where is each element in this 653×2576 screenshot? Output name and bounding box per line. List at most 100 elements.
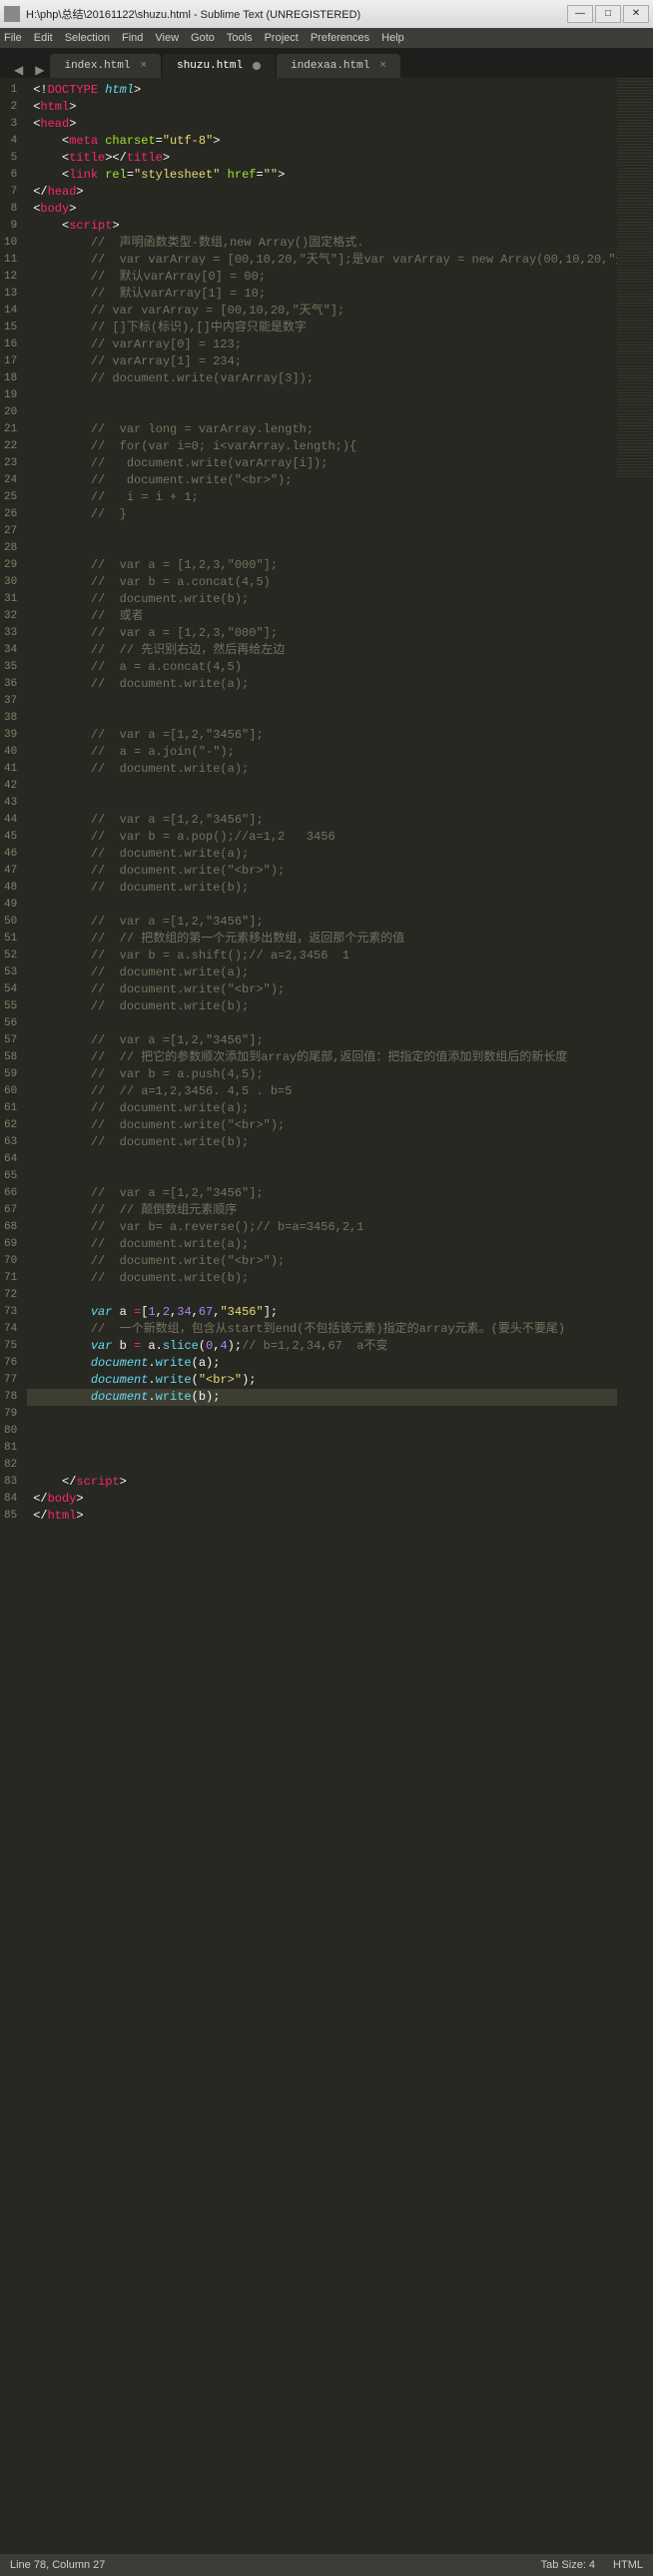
code-line[interactable]: // document.write(b); <box>27 880 617 897</box>
code-line[interactable]: // // 把数组的第一个元素移出数组，返回那个元素的值 <box>27 931 617 948</box>
code-line[interactable]: // 默认varArray[1] = 10; <box>27 286 617 303</box>
code-line[interactable] <box>27 1423 617 1440</box>
tab-next-icon[interactable]: ▶ <box>29 63 50 78</box>
menu-file[interactable]: File <box>4 32 22 44</box>
maximize-button[interactable]: □ <box>595 5 621 23</box>
menu-selection[interactable]: Selection <box>65 32 110 44</box>
code-line[interactable] <box>27 540 617 557</box>
code-line[interactable]: <html> <box>27 99 617 116</box>
code-line[interactable]: // document.write(a); <box>27 846 617 863</box>
code-line[interactable]: // var b = a.pop();//a=1,2 3456 <box>27 829 617 846</box>
code-line[interactable]: // var a =[1,2,"3456"]; <box>27 914 617 931</box>
menu-view[interactable]: View <box>155 32 179 44</box>
code-line[interactable] <box>27 1151 617 1168</box>
code-line[interactable] <box>27 795 617 812</box>
code-area[interactable]: <!DOCTYPE html><html><head> <meta charse… <box>27 78 617 2554</box>
code-line[interactable]: // document.write("<br>"); <box>27 1253 617 1270</box>
code-line[interactable]: // document.write("<br>"); <box>27 981 617 998</box>
code-line[interactable]: // var a =[1,2,"3456"]; <box>27 812 617 829</box>
editor[interactable]: 1234567891011121314151617181920212223242… <box>0 78 653 2554</box>
code-line[interactable]: // var varArray = [00,10,20,"天气"];是var v… <box>27 252 617 269</box>
status-tabsize[interactable]: Tab Size: 4 <box>541 2559 595 2571</box>
code-line[interactable]: <head> <box>27 116 617 133</box>
code-line[interactable]: // document.write(varArray[i]); <box>27 455 617 472</box>
code-line[interactable] <box>27 1406 617 1423</box>
menu-project[interactable]: Project <box>265 32 299 44</box>
code-line[interactable]: // var b= a.reverse();// b=a=3456,2,1 <box>27 1219 617 1236</box>
menu-edit[interactable]: Edit <box>34 32 53 44</box>
menu-goto[interactable]: Goto <box>191 32 215 44</box>
menu-find[interactable]: Find <box>122 32 143 44</box>
code-line[interactable]: var b = a.slice(0,4);// b=1,2,34,67 a不变 <box>27 1338 617 1355</box>
code-line[interactable]: // document.write(a); <box>27 965 617 981</box>
code-line[interactable]: // 默认varArray[0] = 00; <box>27 269 617 286</box>
code-line[interactable] <box>27 387 617 404</box>
code-line[interactable]: </script> <box>27 1474 617 1491</box>
minimize-button[interactable]: — <box>567 5 593 23</box>
code-line[interactable] <box>27 693 617 710</box>
code-line[interactable]: // varArray[1] = 234; <box>27 353 617 370</box>
code-line[interactable]: document.write(a); <box>27 1355 617 1372</box>
code-line[interactable] <box>27 1168 617 1185</box>
tab-prev-icon[interactable]: ◀ <box>8 63 29 78</box>
code-line[interactable]: // // a=1,2,3456. 4,5 . b=5 <box>27 1083 617 1100</box>
code-line[interactable] <box>27 1457 617 1474</box>
tab-indexaa-html[interactable]: indexaa.html× <box>277 54 400 78</box>
code-line[interactable]: // document.write("<br>"); <box>27 472 617 489</box>
menu-preferences[interactable]: Preferences <box>311 32 369 44</box>
code-line[interactable]: // 一个新数组，包含从start到end(不包括该元素)指定的array元素。… <box>27 1321 617 1338</box>
code-line[interactable]: // var varArray = [00,10,20,"天气"]; <box>27 303 617 320</box>
code-line[interactable]: // document.write(b); <box>27 591 617 608</box>
code-line[interactable]: // document.write("<br>"); <box>27 863 617 880</box>
code-line[interactable] <box>27 1287 617 1304</box>
menu-tools[interactable]: Tools <box>227 32 253 44</box>
code-line[interactable]: </body> <box>27 1491 617 1508</box>
close-button[interactable]: ✕ <box>623 5 649 23</box>
code-line[interactable]: // // 先识别右边，然后再给左边 <box>27 642 617 659</box>
code-line[interactable]: // var a =[1,2,"3456"]; <box>27 1032 617 1049</box>
tab-index-html[interactable]: index.html× <box>50 54 161 78</box>
code-line[interactable]: // var b = a.push(4,5); <box>27 1066 617 1083</box>
code-line[interactable]: // for(var i=0; i<varArray.length;){ <box>27 438 617 455</box>
code-line[interactable]: document.write(b); <box>27 1389 617 1406</box>
tab-shuzu-html[interactable]: shuzu.html <box>163 54 275 78</box>
tab-close-icon[interactable]: × <box>140 60 147 72</box>
code-line[interactable]: // var a =[1,2,"3456"]; <box>27 1185 617 1202</box>
code-line[interactable]: // varArray[0] = 123; <box>27 336 617 353</box>
code-line[interactable]: // a = a.join("-"); <box>27 744 617 761</box>
code-line[interactable]: document.write("<br>"); <box>27 1372 617 1389</box>
code-line[interactable]: // var a = [1,2,3,"000"]; <box>27 625 617 642</box>
code-line[interactable]: <script> <box>27 218 617 235</box>
code-line[interactable]: <meta charset="utf-8"> <box>27 133 617 150</box>
code-line[interactable]: // []下标(标识),[]中内容只能是数字 <box>27 320 617 336</box>
code-line[interactable]: <link rel="stylesheet" href=""> <box>27 167 617 184</box>
code-line[interactable]: // var b = a.shift();// a=2,3456 1 <box>27 948 617 965</box>
code-line[interactable]: // // 颠倒数组元素顺序 <box>27 1202 617 1219</box>
code-line[interactable]: // document.write(a); <box>27 1100 617 1117</box>
code-line[interactable]: // document.write(a); <box>27 761 617 778</box>
menu-help[interactable]: Help <box>381 32 404 44</box>
code-line[interactable]: // var b = a.concat(4,5) <box>27 574 617 591</box>
code-line[interactable]: // document.write("<br>"); <box>27 1117 617 1134</box>
code-line[interactable] <box>27 710 617 727</box>
code-line[interactable]: // document.write(a); <box>27 676 617 693</box>
code-line[interactable] <box>27 523 617 540</box>
code-line[interactable]: // document.write(b); <box>27 1134 617 1151</box>
code-line[interactable]: // var long = varArray.length; <box>27 421 617 438</box>
code-line[interactable] <box>27 778 617 795</box>
code-line[interactable]: // // 把它的参数顺次添加到array的尾部,返回值：把指定的值添加到数组后… <box>27 1049 617 1066</box>
code-line[interactable]: // document.write(b); <box>27 1270 617 1287</box>
code-line[interactable] <box>27 1440 617 1457</box>
code-line[interactable]: <!DOCTYPE html> <box>27 82 617 99</box>
code-line[interactable] <box>27 1015 617 1032</box>
code-line[interactable] <box>27 897 617 914</box>
code-line[interactable]: var a =[1,2,34,67,"3456"]; <box>27 1304 617 1321</box>
status-position[interactable]: Line 78, Column 27 <box>10 2559 105 2571</box>
code-line[interactable] <box>27 404 617 421</box>
code-line[interactable]: // i = i + 1; <box>27 489 617 506</box>
tab-close-icon[interactable]: × <box>379 60 386 72</box>
code-line[interactable]: // document.write(varArray[3]); <box>27 370 617 387</box>
code-line[interactable]: </head> <box>27 184 617 201</box>
code-line[interactable]: <body> <box>27 201 617 218</box>
code-line[interactable]: // document.write(b); <box>27 998 617 1015</box>
